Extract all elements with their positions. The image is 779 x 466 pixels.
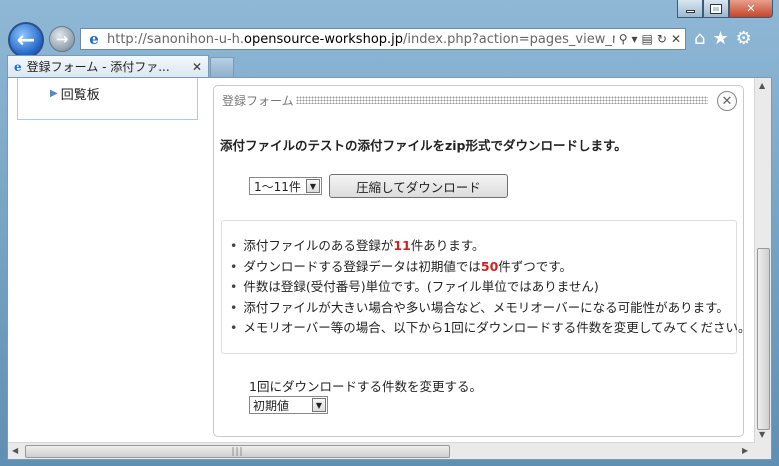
list-item: 件数は登録(受付番号)単位です。(ファイル単位ではありません) <box>230 277 750 298</box>
favorites-star-icon[interactable]: ★ <box>712 28 728 49</box>
scroll-right-icon[interactable]: ▶ <box>742 446 748 455</box>
scroll-down-icon[interactable]: ▼ <box>759 430 765 439</box>
compress-download-button[interactable]: 圧縮してダウンロード <box>329 174 508 198</box>
horizontal-scrollbar[interactable]: ◀ ||| ▶ <box>8 442 754 459</box>
count-select[interactable]: 初期値 ▼ <box>249 396 328 414</box>
dropdown-icon[interactable]: ▾ <box>632 32 638 46</box>
maximize-button[interactable] <box>703 0 729 18</box>
header-dotted-rule <box>295 96 708 104</box>
triangle-right-icon: ▶ <box>50 88 58 99</box>
scroll-up-icon[interactable]: ▲ <box>759 81 765 90</box>
browser-toolbar: ⌂ ★ ⚙ <box>694 28 752 49</box>
window-controls: ✕ <box>677 0 773 20</box>
tab-close-icon[interactable]: ✕ <box>192 60 202 74</box>
close-x-icon: ✕ <box>746 2 756 15</box>
close-icon: ✕ <box>721 93 733 109</box>
list-item: メモリオーバー等の場合、以下から1回にダウンロードする件数を変更してみてください… <box>230 318 750 339</box>
tab-active[interactable]: e 登録フォーム - 添付ファ... ✕ <box>7 55 209 77</box>
minimize-icon <box>685 10 695 13</box>
forward-arrow-icon: → <box>55 30 69 48</box>
form-headline: 添付ファイルのテストの添付ファイルをzip形式でダウンロードします。 <box>220 138 627 153</box>
url-text[interactable]: http://sanonihon-u-h.opensource-workshop… <box>107 32 615 47</box>
panel-close-button[interactable]: ✕ <box>717 91 737 111</box>
address-bar[interactable]: e http://sanonihon-u-h.opensource-worksh… <box>80 28 686 50</box>
home-icon[interactable]: ⌂ <box>694 28 705 49</box>
form-title: 登録フォーム <box>222 93 294 108</box>
info-box: 添付ファイルのある登録が11件あります。 ダウンロードする登録データは初期値では… <box>221 220 750 354</box>
scroll-left-icon[interactable]: ◀ <box>12 446 18 455</box>
page-viewport: ▶ 回覧板 登録フォーム ✕ 添付ファイルのテストの添付ファイルをzip形式でダ… <box>7 77 772 460</box>
refresh-icon[interactable]: ↻ <box>657 32 667 46</box>
count-label: 1回にダウンロードする件数を変更する。 <box>249 379 482 394</box>
list-item: ダウンロードする登録データは初期値では50件ずつです。 <box>230 257 750 278</box>
chevron-down-icon: ▼ <box>312 398 326 412</box>
new-tab-button[interactable] <box>210 57 234 77</box>
tab-title: 登録フォーム - 添付ファ... <box>26 60 170 74</box>
horizontal-scroll-thumb[interactable]: ||| <box>25 445 450 458</box>
sidebar-panel: ▶ 回覧板 <box>17 78 198 120</box>
minimize-button[interactable] <box>677 0 703 18</box>
back-arrow-icon: ← <box>16 27 36 53</box>
stop-icon[interactable]: ✕ <box>671 32 681 46</box>
ie-logo-icon: e <box>89 30 99 48</box>
chevron-down-icon: ▼ <box>306 179 320 193</box>
compat-view-icon[interactable]: ▤ <box>642 32 653 46</box>
vertical-scrollbar[interactable]: ▲ ▼ <box>754 78 771 443</box>
grip-icon: ||| <box>231 446 244 457</box>
list-item: 添付ファイルが大きい場合や多い場合など、メモリオーバーになる可能性があります。 <box>230 298 750 319</box>
search-icon[interactable]: ⚲ <box>619 32 628 46</box>
notes-list: 添付ファイルのある登録が11件あります。 ダウンロードする登録データは初期値では… <box>230 236 750 339</box>
scroll-corner <box>754 443 771 459</box>
forward-button[interactable]: → <box>49 26 75 52</box>
ie-logo-icon: e <box>14 59 22 74</box>
back-button[interactable]: ← <box>8 22 44 58</box>
registration-form-panel: 登録フォーム ✕ 添付ファイルのテストの添付ファイルをzip形式でダウンロードし… <box>213 85 750 437</box>
range-select[interactable]: 1〜11件 ▼ <box>249 177 322 195</box>
maximize-icon <box>710 3 722 14</box>
list-item: 添付ファイルのある登録が11件あります。 <box>230 236 750 257</box>
window-close-button[interactable]: ✕ <box>729 0 773 18</box>
browser-window: ✕ ← → e http://sanonihon-u-h.opensource-… <box>0 0 779 466</box>
vertical-scroll-thumb[interactable] <box>757 248 770 430</box>
address-tools: ⚲ ▾ ▤ ↻ ✕ <box>615 32 685 46</box>
sidebar-item-kairanban[interactable]: ▶ 回覧板 <box>50 84 100 103</box>
form-header: 登録フォーム <box>222 92 708 108</box>
gear-icon[interactable]: ⚙ <box>736 28 752 49</box>
